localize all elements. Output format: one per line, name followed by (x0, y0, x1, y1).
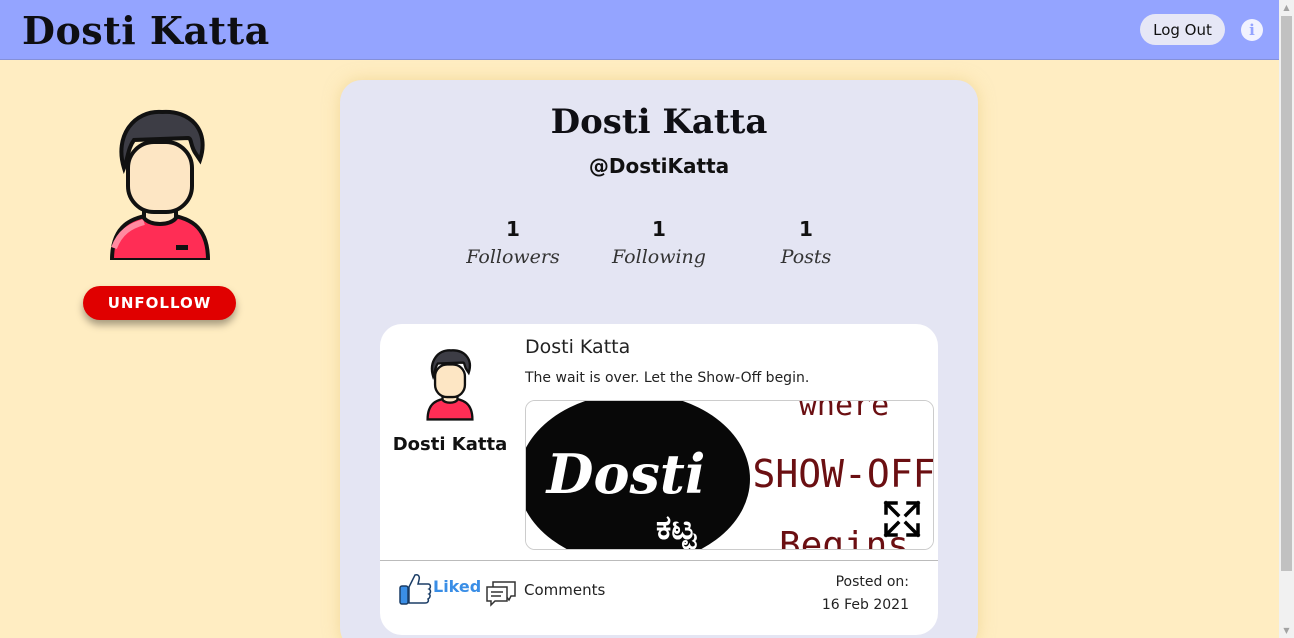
posts-count: 1 (799, 217, 813, 241)
post-card: Dosti Katta Dosti Katta The wait is over… (380, 324, 938, 635)
image-logo-text: Dosti (545, 442, 706, 506)
comments-label[interactable]: Comments (524, 581, 605, 599)
profile-handle: @DostiKatta (588, 154, 730, 178)
user-avatar-icon (109, 109, 211, 260)
profile-card: Dosti Katta @DostiKatta 1 Followers 1 Fo… (340, 80, 978, 638)
followers-label: Followers (466, 246, 560, 268)
posts-label: Posts (780, 246, 832, 268)
top-navbar: Dosti Katta Log Out i (0, 0, 1279, 60)
logout-button[interactable]: Log Out (1140, 14, 1225, 45)
liked-label[interactable]: Liked (433, 577, 481, 596)
profile-name: Dosti Katta (550, 102, 768, 142)
comments-icon[interactable] (485, 577, 517, 607)
expand-icon[interactable] (882, 499, 922, 539)
post-image[interactable]: Dosti ಕಟ್ಟ where SHOW-OFF Begins (525, 400, 934, 550)
info-icon[interactable]: i (1241, 19, 1263, 41)
image-caption-line-2: SHOW-OFF (752, 452, 934, 496)
image-logo-script: ಕಟ್ಟ (656, 508, 697, 550)
image-caption-line-1: where (799, 401, 889, 423)
posted-date: 16 Feb 2021 (821, 597, 909, 613)
posted-on-label: Posted on: (835, 574, 909, 590)
stat-posts[interactable]: 1 Posts (746, 214, 866, 270)
following-count: 1 (652, 217, 666, 241)
post-author-side-name[interactable]: Dosti Katta (380, 434, 520, 455)
post-avatar-icon (426, 349, 474, 421)
stat-followers[interactable]: 1 Followers (453, 214, 573, 270)
brand-title[interactable]: Dosti Katta (22, 8, 270, 53)
scroll-down-arrow-icon[interactable]: ▼ (1279, 623, 1294, 638)
vertical-scrollbar[interactable]: ▲ ▼ (1279, 0, 1294, 638)
post-author[interactable]: Dosti Katta (525, 336, 630, 358)
post-image-art: Dosti ಕಟ್ಟ where SHOW-OFF Begins (526, 401, 934, 550)
following-label: Following (612, 246, 706, 268)
stat-following[interactable]: 1 Following (599, 214, 719, 270)
thumbs-up-icon[interactable] (398, 572, 432, 606)
post-text: The wait is over. Let the Show-Off begin… (525, 370, 810, 386)
scroll-up-arrow-icon[interactable]: ▲ (1279, 0, 1294, 15)
followers-count: 1 (506, 217, 520, 241)
unfollow-button[interactable]: UNFOLLOW (83, 286, 236, 320)
scroll-thumb[interactable] (1281, 16, 1292, 571)
post-divider (380, 560, 938, 561)
